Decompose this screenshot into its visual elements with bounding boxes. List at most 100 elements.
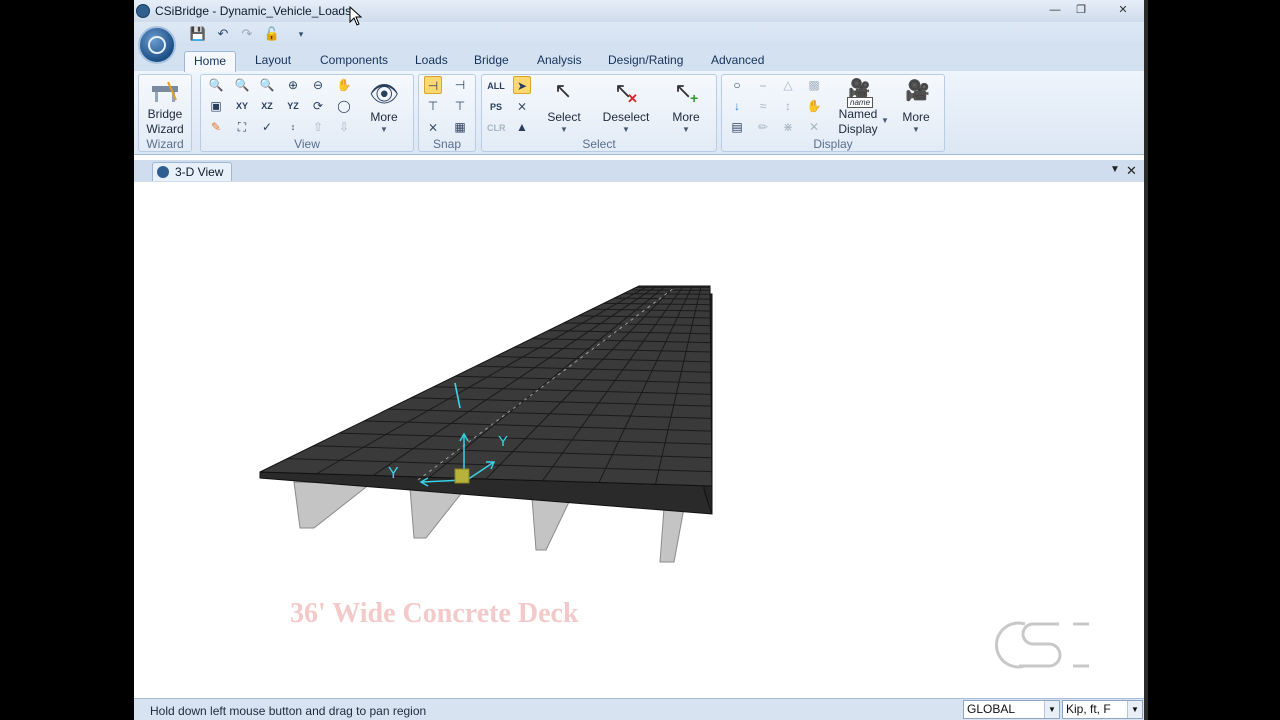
snap-ends-icon[interactable]: ⊣	[451, 76, 469, 94]
perspective-icon[interactable]: ◯	[335, 97, 353, 115]
xz-view-button[interactable]: XZ	[258, 97, 276, 115]
window-list-chevron-icon[interactable]: ▼	[1110, 164, 1120, 175]
3d-view-canvas[interactable]: Y Y 36' Wide Concrete Deck	[134, 182, 1144, 698]
chevron-down-icon: ▼	[380, 125, 388, 134]
zoom-full-icon[interactable]: 🔍	[258, 76, 276, 94]
3d-view-icon[interactable]: ▣	[207, 97, 225, 115]
pan-icon[interactable]: ✋	[335, 76, 353, 94]
yz-view-button[interactable]: YZ	[284, 97, 302, 115]
document-tab-strip	[134, 160, 1144, 183]
view-group-label: View	[294, 137, 320, 151]
pointer-icon[interactable]: ➤	[513, 76, 531, 94]
load-arrow-icon[interactable]: ↓	[728, 97, 746, 115]
xyz-axes-icon[interactable]: ↕	[284, 118, 302, 136]
deselect-button[interactable]: ↖ ✕ Deselect ▼	[600, 78, 652, 136]
draw-icon[interactable]: ✎	[207, 118, 225, 136]
tab-loads[interactable]: Loads	[406, 51, 457, 71]
area-display-icon[interactable]: △	[779, 76, 797, 94]
chevron-down-icon: ▼	[881, 116, 889, 125]
xy-view-button[interactable]: XY	[233, 97, 251, 115]
hand-display-icon[interactable]: ✋	[805, 97, 823, 115]
table-display-icon[interactable]: ▤	[728, 118, 746, 136]
application-menu-button[interactable]	[138, 26, 176, 64]
solid-display-icon[interactable]: ▩	[805, 76, 823, 94]
previous-selection-button[interactable]: PS	[487, 98, 505, 116]
mouse-cursor-icon	[349, 6, 363, 26]
origin-marker	[454, 468, 470, 484]
tendon-display-icon[interactable]: ↕	[779, 97, 797, 115]
select-more-label: More	[672, 110, 700, 124]
snap-intersections-icon[interactable]: ⊤	[424, 97, 442, 115]
refresh-view-icon[interactable]: ⛶	[233, 118, 251, 136]
eye-icon: 👁	[369, 81, 400, 108]
frame-display-icon[interactable]: ⎯	[754, 76, 772, 94]
green-plus-icon: +	[690, 90, 699, 106]
chevron-down-icon: ▼	[1127, 701, 1142, 718]
display-more-label: More	[902, 110, 930, 124]
cursor-icon: ↖	[554, 78, 573, 103]
view-more-button[interactable]: 👁 More ▼	[362, 78, 406, 136]
clear-selection-button[interactable]: CLR	[487, 119, 506, 137]
display-more-button[interactable]: 🎥 More ▼	[893, 78, 939, 136]
rotate-view-icon[interactable]: ⟳	[309, 97, 327, 115]
tab-advanced[interactable]: Advanced	[702, 51, 773, 71]
camera-tripod-icon: 🎥	[905, 80, 930, 102]
tab-layout[interactable]: Layout	[246, 51, 300, 71]
close-view-icon[interactable]: ✕	[1126, 163, 1137, 179]
screen-edge	[1144, 0, 1148, 720]
zoom-out-icon[interactable]: ⊖	[309, 76, 327, 94]
customize-toolbar-icon[interactable]: ▾	[292, 25, 310, 43]
chevron-down-icon: ▼	[560, 125, 568, 134]
undo-icon[interactable]: ↶	[214, 25, 232, 43]
snap-points-icon[interactable]: ⊣	[424, 76, 442, 94]
chevron-down-icon: ▼	[912, 125, 920, 134]
zoom-restore-icon[interactable]: 🔍	[233, 76, 251, 94]
bridge-wizard-button[interactable]: Bridge Wizard	[140, 76, 190, 136]
named-display-button[interactable]: 🎥 name Named Display ▼	[832, 78, 890, 136]
save-icon[interactable]: 💾	[189, 25, 207, 43]
link-display-icon[interactable]: ≈	[754, 97, 772, 115]
camera-icon: 🎥	[848, 78, 871, 98]
deselect-label: Deselect	[602, 110, 650, 124]
axis-label-y2: Y	[498, 433, 508, 450]
snap-perpendicular-icon[interactable]: ⊤	[451, 97, 469, 115]
tab-design-rating[interactable]: Design/Rating	[599, 51, 692, 71]
maximize-button[interactable]: ❐	[1072, 2, 1090, 18]
redo-icon[interactable]: ↷	[238, 25, 256, 43]
tab-analysis[interactable]: Analysis	[528, 51, 591, 71]
wizard-group-label: Wizard	[146, 137, 184, 151]
status-message: Hold down left mouse button and drag to …	[150, 704, 427, 718]
snap-grid-icon[interactable]: ▦	[451, 118, 469, 136]
joint-display-icon[interactable]: ○	[728, 76, 746, 94]
select-more-button[interactable]: ↖ + More ▼	[664, 78, 708, 136]
close-button[interactable]: ✕	[1114, 2, 1132, 18]
ruler-display-icon[interactable]: ✏	[754, 118, 772, 136]
lock-icon[interactable]: 🔓	[263, 25, 281, 43]
deck-caption: 36' Wide Concrete Deck	[290, 598, 579, 629]
select-all-button[interactable]: ALL	[487, 77, 505, 95]
snap-lines-icon[interactable]: ⨯	[424, 118, 442, 136]
zoom-window-icon[interactable]: 🔍	[207, 76, 225, 94]
zoom-in-icon[interactable]: ⊕	[284, 76, 302, 94]
chevron-down-icon: ▼	[622, 125, 630, 134]
select-by-line-icon[interactable]: ⨯	[513, 97, 531, 115]
select-button[interactable]: ↖ Select ▼	[542, 78, 586, 136]
red-x-icon: ✕	[627, 91, 638, 106]
check-icon[interactable]: ✓	[258, 118, 276, 136]
spring-display-icon[interactable]: ⋇	[779, 118, 797, 136]
tab-home[interactable]: Home	[184, 51, 237, 72]
tab-components[interactable]: Components	[311, 51, 397, 71]
axes-display-icon[interactable]: ✕	[805, 118, 823, 136]
tab-3d-view[interactable]: 3-D View	[152, 162, 232, 181]
minimize-button[interactable]: —	[1046, 2, 1064, 18]
chevron-down-icon: ▼	[1044, 701, 1059, 718]
move-down-icon[interactable]: ⇩	[335, 118, 353, 136]
coordinate-system-select[interactable]: GLOBAL ▼	[963, 700, 1060, 719]
named-display-label-line1: Named	[838, 107, 878, 121]
select-by-shape-icon[interactable]: ▲	[513, 118, 531, 136]
bridge-wizard-icon	[152, 81, 178, 102]
move-up-icon[interactable]: ⇧	[309, 118, 327, 136]
tab-bridge[interactable]: Bridge	[465, 51, 518, 71]
view-more-label: More	[370, 110, 398, 124]
units-select[interactable]: Kip, ft, F ▼	[1062, 700, 1143, 719]
